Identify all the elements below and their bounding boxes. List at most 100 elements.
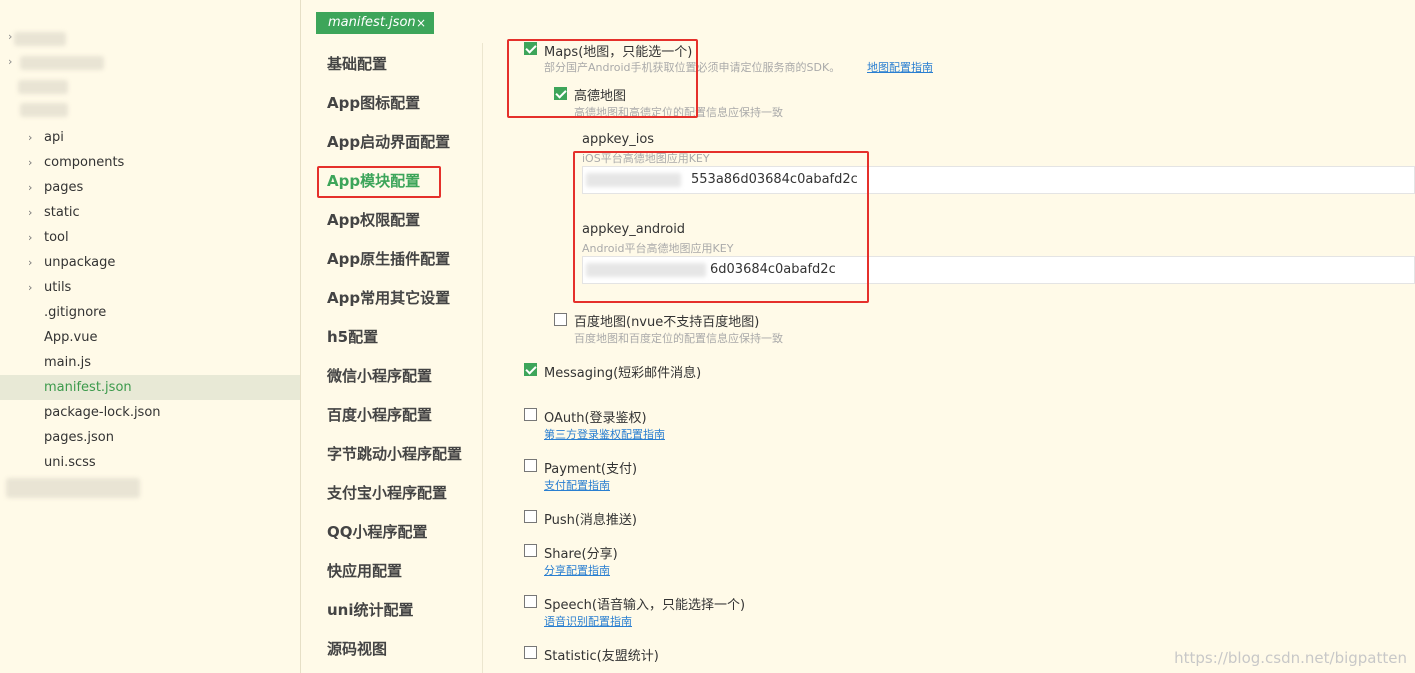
nav-quickapp-config[interactable]: 快应用配置 [327,558,402,584]
chevron-right-icon: › [28,231,33,244]
tab-manifest-json[interactable]: manifest.json × [316,12,434,34]
share-checkbox[interactable] [524,544,537,557]
appkey-android-input[interactable]: 6d03684c0abafd2c [582,256,1415,284]
tree-folder-static[interactable]: › static [0,200,300,225]
share-guide-link[interactable]: 分享配置指南 [544,562,610,578]
nav-uni-stat-config[interactable]: uni统计配置 [327,597,414,623]
tree-folder-unpackage[interactable]: › unpackage [0,250,300,275]
tree-folder-utils[interactable]: › utils [0,275,300,300]
messaging-label: Messaging(短彩邮件消息) [544,366,702,381]
blurred-tree-item [6,478,140,498]
tree-item-label: main.js [44,355,91,370]
maps-label: Maps(地图，只能选一个) [544,45,693,60]
nav-app-other-settings[interactable]: App常用其它设置 [327,285,450,311]
nav-app-native-plugin-config[interactable]: App原生插件配置 [327,246,450,272]
appkey-android-label: appkey_android [582,222,686,237]
redacted-mask [586,263,706,277]
nav-alipay-mp-config[interactable]: 支付宝小程序配置 [327,480,447,506]
tree-folder-pages[interactable]: › pages [0,175,300,200]
chevron-right-icon[interactable]: › [8,55,12,68]
tree-item-label: unpackage [44,255,116,270]
tree-file-uni-scss[interactable]: uni.scss [0,450,300,475]
amap-checkbox[interactable] [554,87,567,100]
redacted-mask [586,173,681,187]
share-label: Share(分享) [544,547,618,562]
baidu-map-label: 百度地图(nvue不支持百度地图) [574,315,760,330]
tree-item-label: api [44,130,64,145]
messaging-checkbox[interactable] [524,363,537,376]
push-checkbox[interactable] [524,510,537,523]
blurred-tree-item [14,32,66,46]
tree-folder-tool[interactable]: › tool [0,225,300,250]
nav-app-icon-config[interactable]: App图标配置 [327,90,420,116]
blurred-tree-item [20,56,104,70]
statistic-checkbox[interactable] [524,646,537,659]
nav-wechat-mp-config[interactable]: 微信小程序配置 [327,363,432,389]
nav-bytedance-mp-config[interactable]: 字节跳动小程序配置 [327,441,462,467]
amap-description: 高德地图和高德定位的配置信息应保持一致 [574,106,783,119]
tree-file-pages-json[interactable]: pages.json [0,425,300,450]
nav-app-module-config[interactable]: App模块配置 [327,168,420,194]
close-icon[interactable]: × [416,12,426,34]
nav-source-view[interactable]: 源码视图 [327,636,387,662]
amap-label: 高德地图 [574,89,627,104]
module-config-panel: Maps(地图，只能选一个) 部分国产Android手机获取位置必须申请定位服务… [483,42,1415,673]
tree-item-label: static [44,205,80,220]
tree-folder-api[interactable]: › api [0,125,300,150]
nav-baidu-mp-config[interactable]: 百度小程序配置 [327,402,432,428]
oauth-checkbox[interactable] [524,408,537,421]
nav-qq-mp-config[interactable]: QQ小程序配置 [327,519,428,545]
tree-item-label: uni.scss [44,455,96,470]
tree-item-label: manifest.json [44,380,132,395]
settings-nav: 基础配置 App图标配置 App启动界面配置 App模块配置 App权限配置 A… [302,43,482,673]
watermark: https://blog.csdn.net/bigpatten [1174,649,1407,667]
appkey-ios-label: appkey_ios [582,132,655,147]
file-tree: › › › api › components › pages › static › too… [0,0,301,673]
tree-item-label: .gitignore [44,305,107,320]
tree-item-label: components [44,155,125,170]
tree-file-manifest-json[interactable]: manifest.json [0,375,300,400]
tree-file-main-js[interactable]: main.js [0,350,300,375]
maps-description: 部分国产Android手机获取位置必须申请定位服务商的SDK。 [544,61,841,74]
chevron-right-icon: › [28,181,33,194]
appkey-ios-input[interactable]: 553a86d03684c0abafd2c [582,166,1415,194]
chevron-right-icon: › [28,131,33,144]
appkey-ios-description: iOS平台高德地图应用KEY [582,152,710,165]
payment-checkbox[interactable] [524,459,537,472]
chevron-right-icon[interactable]: › [8,30,12,43]
oauth-label: OAuth(登录鉴权) [544,411,647,426]
maps-checkbox[interactable] [524,42,537,55]
nav-app-permission-config[interactable]: App权限配置 [327,207,420,233]
nav-basic-config[interactable]: 基础配置 [327,51,387,77]
tree-item-label: tool [44,230,69,245]
blurred-tree-item [20,103,68,117]
tree-file-package-lock-json[interactable]: package-lock.json [0,400,300,425]
tree-file-gitignore[interactable]: .gitignore [0,300,300,325]
tree-item-label: pages.json [44,430,114,445]
baidu-map-checkbox[interactable] [554,313,567,326]
tree-file-app-vue[interactable]: App.vue [0,325,300,350]
oauth-guide-link[interactable]: 第三方登录鉴权配置指南 [544,426,665,442]
nav-h5-config[interactable]: h5配置 [327,324,378,350]
blurred-tree-item [18,80,68,94]
chevron-right-icon: › [28,206,33,219]
tree-folder-components[interactable]: › components [0,150,300,175]
file-list: › api › components › pages › static › tool › u… [0,125,300,475]
speech-label: Speech(语音输入，只能选择一个) [544,598,746,613]
nav-app-splash-config[interactable]: App启动界面配置 [327,129,450,155]
baidu-map-description: 百度地图和百度定位的配置信息应保持一致 [574,332,783,345]
appkey-android-description: Android平台高德地图应用KEY [582,242,734,255]
speech-guide-link[interactable]: 语音识别配置指南 [544,613,632,629]
payment-label: Payment(支付) [544,462,638,477]
payment-guide-link[interactable]: 支付配置指南 [544,477,610,493]
tree-item-label: App.vue [44,330,98,345]
chevron-right-icon: › [28,156,33,169]
tree-item-label: package-lock.json [44,405,161,420]
push-label: Push(消息推送) [544,513,638,528]
tree-item-label: pages [44,180,84,195]
chevron-right-icon: › [28,281,33,294]
speech-checkbox[interactable] [524,595,537,608]
chevron-right-icon: › [28,256,33,269]
maps-guide-link[interactable]: 地图配置指南 [867,59,933,75]
statistic-label: Statistic(友盟统计) [544,649,659,664]
